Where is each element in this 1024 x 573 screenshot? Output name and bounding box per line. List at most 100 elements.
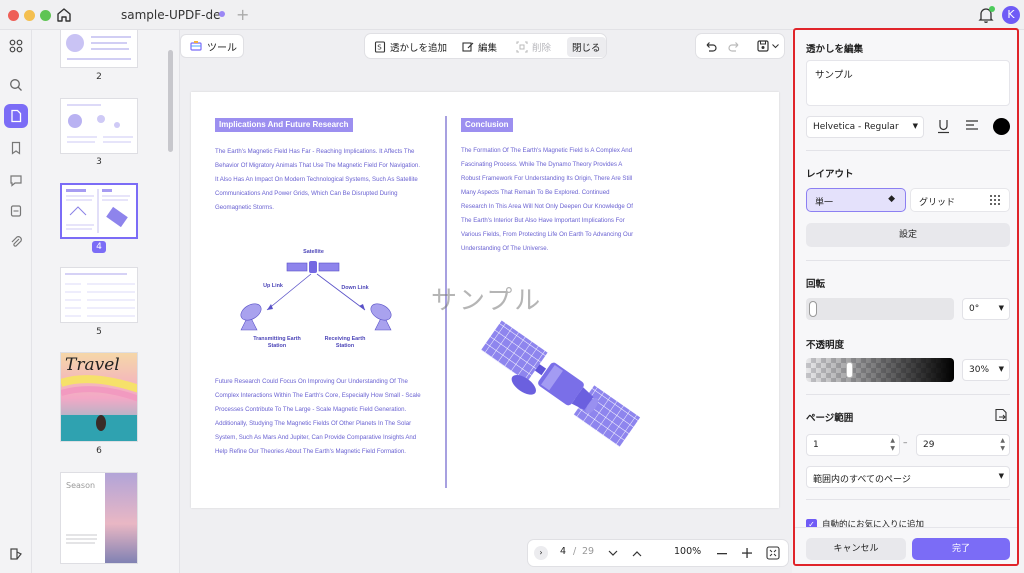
pdf-page: Implications And Future Research The Ear… xyxy=(191,92,779,508)
zoom-level[interactable]: 100% xyxy=(674,546,701,557)
document-tab[interactable]: sample-UPDF-de xyxy=(105,0,253,30)
undo-icon[interactable] xyxy=(704,40,717,53)
notification-bell-icon[interactable] xyxy=(978,6,995,24)
thumbnail-page-6[interactable]: Travel xyxy=(60,352,138,442)
attachment-panel-icon[interactable] xyxy=(4,199,28,223)
close-window-button[interactable] xyxy=(8,10,19,21)
layout-grid-option[interactable]: グリッド xyxy=(910,188,1010,212)
zoom-out-icon[interactable] xyxy=(717,553,727,555)
zoom-window-button[interactable] xyxy=(40,10,51,21)
page-navigation-bar: › 4 / 29 100% xyxy=(527,539,789,567)
watermark-text-input[interactable]: サンプル xyxy=(806,60,1010,106)
rotation-title: 回転 xyxy=(806,279,826,290)
text-align-icon[interactable] xyxy=(965,120,979,132)
paperclip-icon[interactable] xyxy=(4,230,28,254)
range-start-input[interactable]: 1 ▲ ▼ xyxy=(806,434,900,456)
thumbnail-page-number: 5 xyxy=(96,327,102,337)
left-rail xyxy=(0,30,32,573)
save-menu-chevron-icon[interactable] xyxy=(772,44,779,49)
satellite-label: Satellite xyxy=(303,249,324,255)
watermark-preview[interactable]: サンプル xyxy=(431,280,542,317)
fit-page-icon[interactable] xyxy=(766,546,780,560)
edit-watermark-button[interactable]: 編集 xyxy=(457,37,502,57)
left-section-heading: Implications And Future Research xyxy=(215,118,353,132)
rotation-slider-handle[interactable] xyxy=(809,301,817,317)
layout-settings-button[interactable]: 設定 xyxy=(806,223,1010,247)
delete-icon xyxy=(516,41,528,53)
chevron-down-icon: ▼ xyxy=(998,365,1004,373)
cancel-button[interactable]: キャンセル xyxy=(806,538,906,560)
opacity-title: 不透明度 xyxy=(806,340,845,351)
next-page-icon[interactable] xyxy=(608,550,618,557)
divider xyxy=(806,394,1010,395)
stepper-icon[interactable]: ▲ ▼ xyxy=(890,437,895,453)
svg-text:S: S xyxy=(377,44,382,52)
opacity-slider[interactable] xyxy=(806,358,954,382)
range-end-input[interactable]: 29 ▲ ▼ xyxy=(916,434,1010,456)
zoom-in-icon[interactable] xyxy=(742,548,752,558)
document-scrollbar[interactable] xyxy=(167,50,173,520)
thumbnail-page-7[interactable]: Season xyxy=(60,472,138,564)
home-icon[interactable] xyxy=(55,6,73,24)
thumbnail-page-3[interactable] xyxy=(60,98,138,154)
redo-icon[interactable] xyxy=(728,40,741,53)
panel-footer: キャンセル 完了 xyxy=(795,527,1017,564)
user-avatar[interactable]: K xyxy=(1002,6,1020,24)
satellite-illustration xyxy=(481,320,641,447)
search-icon[interactable] xyxy=(4,73,28,97)
thumbnail-page-2[interactable] xyxy=(60,30,138,68)
current-page-input[interactable]: 4 xyxy=(560,546,566,557)
rotation-select[interactable]: 0° ▼ xyxy=(962,298,1010,320)
layout-title: レイアウト xyxy=(806,169,854,180)
diamond-icon: ◆ xyxy=(888,194,895,204)
layout-single-option[interactable]: 単一 ◆ xyxy=(806,188,906,212)
divider xyxy=(806,150,1010,151)
bookmark-icon[interactable] xyxy=(4,136,28,160)
thumbnail-travel-title: Travel xyxy=(65,355,120,375)
comment-icon[interactable] xyxy=(4,168,28,192)
watermark-edit-panel: 透かしを編集 サンプル Helvetica - Regular ▼ レイアウト … xyxy=(793,28,1019,566)
opacity-select[interactable]: 30% ▼ xyxy=(962,359,1010,381)
underline-icon[interactable] xyxy=(937,119,950,134)
new-tab-button[interactable]: + xyxy=(236,5,249,24)
delete-watermark-button[interactable]: 削除 xyxy=(511,37,556,57)
page-range-settings-icon[interactable] xyxy=(994,408,1008,422)
stepper-icon[interactable]: ▲ ▼ xyxy=(1000,437,1005,453)
close-watermark-button[interactable]: 閉じる xyxy=(567,37,606,57)
grid-view-icon[interactable] xyxy=(4,34,28,58)
page-range-select[interactable]: 範囲内のすべてのページ ▼ xyxy=(806,466,1010,488)
page-separator: / xyxy=(573,546,577,557)
layers-icon[interactable] xyxy=(4,542,28,566)
save-icon[interactable] xyxy=(756,39,770,53)
edit-icon xyxy=(462,42,474,52)
text-color-swatch[interactable] xyxy=(993,118,1010,135)
divider xyxy=(806,499,1010,500)
right-section-heading: Conclusion xyxy=(461,118,513,132)
thumbnail-page-number: 2 xyxy=(96,72,102,82)
panel-title: 透かしを編集 xyxy=(806,44,864,55)
thumbnail-panel: 2 3 4 5 Travel 6 Season xyxy=(32,30,180,573)
add-watermark-button[interactable]: S 透かしを追加 xyxy=(369,37,452,57)
previous-page-icon[interactable] xyxy=(632,550,642,557)
tools-button[interactable]: ツール xyxy=(180,34,244,58)
pages-icon[interactable] xyxy=(4,104,28,128)
left-paragraph-2: Future Research Could Focus On Improving… xyxy=(215,378,421,455)
opacity-slider-handle[interactable] xyxy=(846,362,853,378)
divider xyxy=(806,260,1010,261)
rotation-slider[interactable] xyxy=(806,298,954,320)
done-button[interactable]: 完了 xyxy=(912,538,1010,560)
add-watermark-icon: S xyxy=(374,41,386,53)
unsaved-dot-icon xyxy=(219,11,225,17)
toolbox-icon xyxy=(190,41,202,51)
collapse-sidebar-icon[interactable]: › xyxy=(534,546,548,560)
notification-badge xyxy=(989,6,995,12)
receiving-station-label: Receiving Earth Station xyxy=(324,336,366,349)
font-select[interactable]: Helvetica - Regular ▼ xyxy=(806,116,924,138)
chevron-down-icon: ▼ xyxy=(998,304,1004,312)
minimize-window-button[interactable] xyxy=(24,10,35,21)
total-pages: 29 xyxy=(582,546,595,557)
thumbnail-page-5[interactable] xyxy=(60,267,138,323)
thumbnail-page-number: 6 xyxy=(96,446,102,456)
thumbnail-page-4[interactable] xyxy=(60,183,138,239)
thumbnail-page-number-selected: 4 xyxy=(60,241,138,253)
